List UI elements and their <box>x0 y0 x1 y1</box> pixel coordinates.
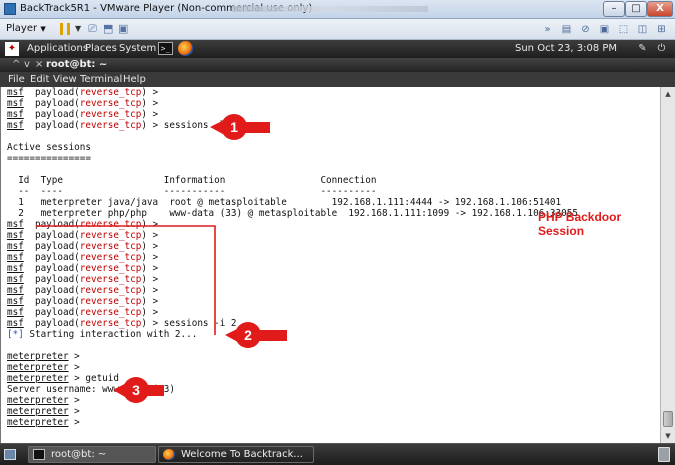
annotation-badge-3: 3 <box>123 377 149 403</box>
show-desktop-icon[interactable] <box>4 449 16 460</box>
terminal-icon <box>33 449 45 460</box>
taskbar-item-terminal[interactable]: root@bt: ~ <box>28 446 156 463</box>
callout-line-1: PHP Backdoor <box>538 210 622 224</box>
taskbar-item-label: Welcome To Backtrack... <box>181 449 303 460</box>
taskbar-item-label: root@bt: ~ <box>51 449 107 460</box>
annotation-badge-2: 2 <box>235 322 261 348</box>
annotation-connector <box>36 225 216 335</box>
trash-icon[interactable] <box>658 447 670 462</box>
callout-line-2: Session <box>538 224 585 238</box>
bottom-taskbar: root@bt: ~ Welcome To Backtrack... <box>0 443 675 465</box>
taskbar-item-firefox[interactable]: Welcome To Backtrack... <box>158 446 314 463</box>
php-backdoor-callout: PHP Backdoor Session <box>538 210 621 238</box>
firefox-icon <box>163 449 175 460</box>
annotation-badge-1: 1 <box>221 114 247 140</box>
